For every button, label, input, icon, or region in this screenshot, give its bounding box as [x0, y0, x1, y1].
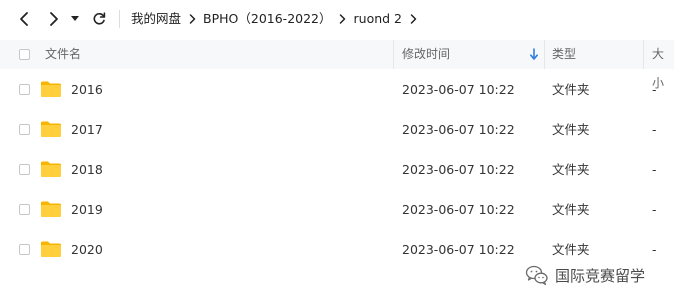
- file-size: -: [652, 122, 657, 137]
- breadcrumb-separator-icon: [181, 10, 203, 28]
- back-button[interactable]: [14, 9, 34, 29]
- refresh-button[interactable]: [89, 9, 109, 29]
- folder-icon: [41, 81, 61, 97]
- modified-time: 2023-06-07 10:22: [402, 122, 515, 137]
- sort-descending-icon[interactable]: [529, 48, 539, 61]
- watermark-text: 国际竞赛留学: [555, 266, 646, 285]
- file-size: -: [652, 202, 657, 217]
- caret-down-icon: [71, 16, 79, 21]
- nav-divider: [119, 10, 120, 28]
- modified-time: 2023-06-07 10:22: [402, 82, 515, 97]
- file-name[interactable]: 2018: [71, 150, 103, 190]
- folder-icon: [41, 201, 61, 217]
- file-size: -: [652, 242, 657, 257]
- select-all-checkbox[interactable]: [19, 49, 30, 60]
- row-checkbox[interactable]: [19, 164, 30, 175]
- column-header-type[interactable]: 类型: [552, 40, 576, 69]
- chevron-right-icon: [50, 12, 58, 26]
- row-checkbox[interactable]: [19, 84, 30, 95]
- column-divider[interactable]: [393, 40, 394, 69]
- file-type: 文件夹: [552, 202, 590, 217]
- file-size: -: [652, 162, 657, 177]
- chevron-left-icon: [20, 12, 28, 26]
- breadcrumb: 我的网盘 BPHO（2016-2022） ruond 2: [131, 10, 424, 28]
- table-row[interactable]: 2017 2023-06-07 10:22 文件夹 -: [0, 110, 674, 150]
- file-type: 文件夹: [552, 162, 590, 177]
- column-divider[interactable]: [643, 40, 644, 69]
- file-name[interactable]: 2016: [71, 70, 103, 110]
- file-name[interactable]: 2019: [71, 190, 103, 230]
- modified-time: 2023-06-07 10:22: [402, 202, 515, 217]
- forward-button[interactable]: [44, 9, 64, 29]
- modified-time: 2023-06-07 10:22: [402, 162, 515, 177]
- column-header-name[interactable]: 文件名: [45, 40, 81, 69]
- table-row[interactable]: 2018 2023-06-07 10:22 文件夹 -: [0, 150, 674, 190]
- history-dropdown-button[interactable]: [68, 9, 82, 29]
- folder-icon: [41, 121, 61, 137]
- breadcrumb-item-current[interactable]: ruond 2: [354, 10, 403, 28]
- row-checkbox[interactable]: [19, 124, 30, 135]
- breadcrumb-item[interactable]: 我的网盘: [131, 10, 181, 28]
- file-size: -: [652, 82, 657, 97]
- file-type: 文件夹: [552, 122, 590, 137]
- file-name[interactable]: 2020: [71, 230, 103, 270]
- file-browser-window: 我的网盘 BPHO（2016-2022） ruond 2 文件名 修改时间 类型…: [0, 0, 674, 305]
- breadcrumb-separator-icon: [332, 10, 354, 28]
- table-row[interactable]: 2016 2023-06-07 10:22 文件夹 -: [0, 70, 674, 110]
- folder-icon: [41, 241, 61, 257]
- wechat-icon: [525, 265, 548, 286]
- file-table-header: 文件名 修改时间 类型 大小: [0, 40, 674, 90]
- modified-time: 2023-06-07 10:22: [402, 242, 515, 257]
- refresh-icon: [93, 12, 106, 25]
- column-divider[interactable]: [544, 40, 545, 69]
- row-checkbox[interactable]: [19, 244, 30, 255]
- file-type: 文件夹: [552, 82, 590, 97]
- column-header-modified[interactable]: 修改时间: [402, 40, 450, 69]
- table-row[interactable]: 2019 2023-06-07 10:22 文件夹 -: [0, 190, 674, 230]
- navigation-bar: 我的网盘 BPHO（2016-2022） ruond 2: [0, 0, 674, 38]
- breadcrumb-separator-icon: [402, 10, 424, 28]
- file-name[interactable]: 2017: [71, 110, 103, 150]
- column-header-size[interactable]: 大小: [652, 40, 674, 90]
- watermark: 国际竞赛留学: [525, 262, 645, 288]
- folder-icon: [41, 161, 61, 177]
- breadcrumb-item[interactable]: BPHO（2016-2022）: [203, 10, 332, 28]
- row-checkbox[interactable]: [19, 204, 30, 215]
